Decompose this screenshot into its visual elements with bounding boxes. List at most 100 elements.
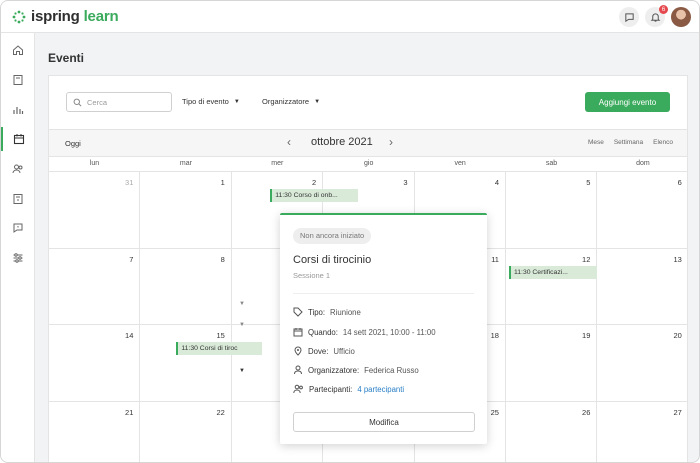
calendar-day-cell[interactable]: 22 <box>140 401 232 462</box>
chat-icon[interactable] <box>619 7 639 27</box>
participants-label: Partecipanti: <box>309 384 353 394</box>
calendar-day-cell[interactable]: 1 <box>140 172 232 249</box>
calendar-day-cell[interactable]: 21 <box>49 401 141 462</box>
day-number: 12 <box>582 254 591 264</box>
calendar-event[interactable]: 11:30 Certificazi... <box>509 266 597 279</box>
day-number: 8 <box>220 254 225 264</box>
sliders-icon[interactable] <box>1 246 35 270</box>
today-button[interactable]: Oggi <box>65 139 81 148</box>
calendar-day-cell[interactable]: 13 <box>597 249 687 325</box>
organizer-label: Organizzatore <box>262 97 310 106</box>
day-number: 15 <box>216 331 225 340</box>
bell-icon[interactable]: 6 <box>645 5 668 27</box>
calendar-toolbar: Oggi ‹ ottobre 2021 › Mese Settimana Ele… <box>49 129 687 156</box>
calendar-day-cell[interactable]: 15 <box>140 325 232 402</box>
event-type-dropdown[interactable]: Tipo di evento ▼ <box>182 97 240 106</box>
event-title: Corsi di tirocinio <box>293 254 372 266</box>
sidebar <box>1 33 35 462</box>
add-event-button[interactable]: Aggiungi evento <box>585 92 670 112</box>
weekday-header: lun mar mer gio ven sab dom <box>49 156 687 172</box>
calendar-day-cell[interactable]: 31 <box>49 172 141 249</box>
calendar-event[interactable]: 11:30 Corso di onb... <box>270 189 359 202</box>
view-switcher: Mese Settimana Elenco <box>588 139 673 146</box>
chevron-right-icon[interactable]: › <box>389 135 393 149</box>
search-input[interactable] <box>87 97 167 107</box>
where-label: Dove: <box>308 346 329 356</box>
event-where-row: Dove: Ufficio <box>293 346 355 356</box>
event-participants-row: Partecipanti: 4 partecipanti <box>293 384 404 394</box>
calendar-icon[interactable] <box>1 127 35 151</box>
calendar-day-cell[interactable]: 26 <box>506 401 598 462</box>
event-organizer-row: Organizzatore: Federica Russo <box>293 365 419 375</box>
logo-icon <box>12 10 26 23</box>
calendar-day-cell[interactable]: 19 <box>506 325 598 402</box>
calendar-day-cell[interactable]: 20 <box>597 325 687 402</box>
day-number: 14 <box>125 331 134 340</box>
day-number: 27 <box>673 407 682 417</box>
status-badge: Non ancora iniziato <box>293 228 372 244</box>
day-number: 22 <box>216 407 225 417</box>
weekday-label: mer <box>271 160 284 167</box>
weekday-label: lun <box>89 160 100 167</box>
day-number: 5 <box>586 178 591 187</box>
search-box[interactable] <box>66 92 172 112</box>
calendar-day-cell[interactable]: 5 <box>506 172 598 249</box>
top-bar: ispring learn 6 <box>1 1 699 33</box>
day-number: 20 <box>673 331 682 340</box>
tag-icon <box>293 307 303 317</box>
calendar-day-cell[interactable]: 7 <box>49 248 141 325</box>
edit-button[interactable]: Modifica <box>293 412 475 432</box>
book-icon[interactable] <box>1 68 35 92</box>
users-icon[interactable] <box>1 157 35 181</box>
day-number: 21 <box>125 407 134 417</box>
view-month[interactable]: Mese <box>588 139 604 146</box>
search-icon <box>73 98 82 106</box>
event-type-row: Tipo: Riunione <box>293 307 361 317</box>
day-number: 1 <box>220 178 225 187</box>
day-number: 11 <box>491 254 499 264</box>
view-list[interactable]: Elenco <box>653 139 673 146</box>
day-number: 7 <box>129 254 134 264</box>
event-session: Sessione 1 <box>293 271 331 280</box>
user-icon <box>294 365 302 375</box>
calendar-day-cell[interactable]: 6 <box>597 172 687 249</box>
calendar-day-cell[interactable]: 27 <box>597 402 687 463</box>
event-popup: Non ancora iniziato Corsi di tirocinio S… <box>280 213 487 444</box>
when-label: Quando: <box>308 327 338 337</box>
organizer-dropdown[interactable]: Organizzatore ▼ <box>262 97 320 106</box>
divider <box>293 293 474 294</box>
type-value: Riunione <box>330 307 361 317</box>
event-when-row: Quando: 14 sett 2021, 10:00 - 11:00 <box>293 327 436 337</box>
day-number: 26 <box>582 407 591 417</box>
chevron-down-icon: ▼ <box>239 322 245 328</box>
chevron-left-icon[interactable]: ‹ <box>287 135 291 149</box>
chevron-down-icon: ▼ <box>314 98 321 105</box>
users-icon <box>293 384 303 394</box>
logo[interactable]: ispring learn <box>12 8 119 25</box>
day-number: 18 <box>490 331 499 340</box>
chevron-down-icon: ▼ <box>233 98 240 105</box>
when-value: 14 sett 2021, 10:00 - 11:00 <box>342 327 436 337</box>
where-value: Ufficio <box>333 346 355 356</box>
day-number: 19 <box>582 331 591 340</box>
weekday-label: mar <box>179 160 192 167</box>
organizer-label: Organizzatore: <box>308 365 360 375</box>
calendar-event[interactable]: 11:30 Corsi di tiroc <box>176 342 263 355</box>
view-week[interactable]: Settimana <box>614 139 643 146</box>
weekday-label: gio <box>364 160 374 167</box>
calendar-icon <box>293 328 303 337</box>
calendar-day-cell[interactable]: 8 <box>140 248 232 325</box>
day-number: 13 <box>673 254 682 264</box>
page-title: Eventi <box>48 51 85 65</box>
app-window: ispring learn 6 Eventi Cerca Tipo di eve… <box>0 0 700 463</box>
question-icon[interactable] <box>1 216 35 240</box>
certificate-icon[interactable] <box>1 187 35 211</box>
calendar-day-cell[interactable]: 14 <box>49 325 141 402</box>
avatar[interactable] <box>671 7 691 27</box>
chart-icon[interactable] <box>1 98 35 122</box>
calendar-day-cell[interactable]: 12 <box>506 248 598 325</box>
chevron-down-icon: ▼ <box>239 301 245 307</box>
participants-link[interactable]: 4 partecipanti <box>357 385 404 394</box>
day-number: 25 <box>490 407 499 417</box>
home-icon[interactable] <box>1 38 35 62</box>
